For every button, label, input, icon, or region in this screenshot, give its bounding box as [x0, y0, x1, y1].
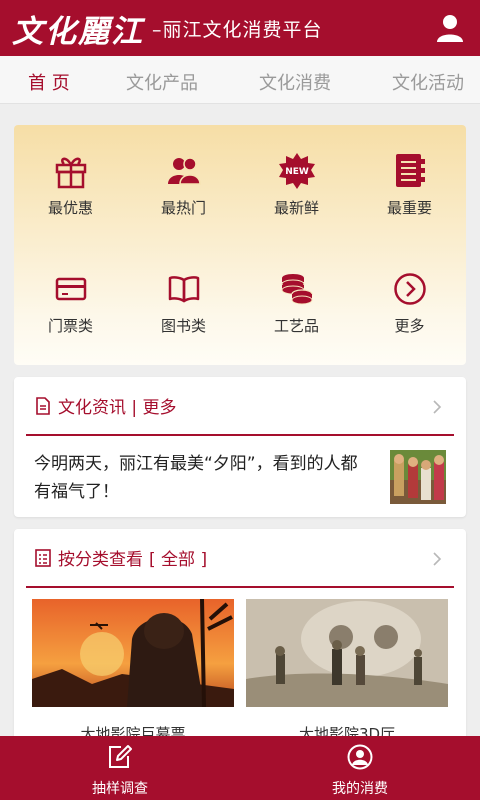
ticket-card-icon — [55, 277, 86, 301]
coins-icon — [281, 274, 313, 305]
news-section-title: 文化资讯 | 更多 — [58, 398, 177, 418]
browse-header[interactable]: 按分类查看 [ 全部 ] — [14, 529, 466, 586]
category-label: 最重要 — [386, 199, 432, 217]
arrow-circle-icon — [393, 273, 426, 305]
category-popular[interactable]: 最热门 — [127, 151, 240, 218]
category-newest[interactable]: NEW 最新鲜 — [240, 151, 353, 218]
gift-icon — [55, 157, 86, 189]
news-thumbnail — [390, 450, 446, 504]
nav-survey[interactable]: 抽样调查 — [60, 744, 180, 798]
product-item[interactable]: 大地影院巨幕票 — [32, 599, 234, 744]
divider — [26, 586, 454, 588]
nav-label: 我的消费 — [332, 781, 388, 797]
product-image — [246, 599, 448, 707]
tab-culture-consumption[interactable]: 文化消费 — [259, 69, 331, 95]
category-more[interactable]: 更多 — [353, 269, 466, 336]
chevron-right-icon[interactable] — [432, 551, 442, 567]
category-label: 工艺品 — [273, 317, 319, 335]
tab-culture-activities[interactable]: 文化活动 — [392, 69, 464, 95]
people-icon — [167, 157, 201, 185]
edit-icon — [109, 745, 132, 768]
category-crafts[interactable]: 工艺品 — [240, 269, 353, 336]
document-icon — [36, 396, 50, 415]
book-icon — [168, 276, 199, 303]
news-header[interactable]: 文化资讯 | 更多 — [14, 377, 466, 434]
tab-bar: 首 页 文化产品 文化消费 文化活动 — [0, 56, 480, 104]
user-icon[interactable] — [434, 12, 466, 44]
news-item[interactable]: 今明两天，丽江有最美“夕阳”，看到的人都有福气了！ — [14, 436, 466, 518]
category-important[interactable]: 最重要 — [353, 151, 466, 218]
bottom-nav: 抽样调查 我的消费 — [0, 736, 480, 800]
nav-label: 抽样调查 — [92, 781, 148, 797]
tab-culture-products[interactable]: 文化产品 — [126, 69, 198, 95]
category-label: 图书类 — [160, 317, 206, 335]
category-label: 更多 — [394, 317, 425, 335]
app-header: 文化麗江 –丽江文化消费平台 — [0, 0, 480, 56]
list-document-icon — [35, 548, 51, 567]
app-subtitle: –丽江文化消费平台 — [152, 18, 323, 41]
new-badge-text: NEW — [285, 167, 309, 177]
tab-home[interactable]: 首 页 — [28, 69, 70, 95]
product-item[interactable]: 大地影院3D厅 — [246, 599, 448, 744]
news-headline: 今明两天，丽江有最美“夕阳”，看到的人都有福气了！ — [34, 454, 358, 502]
browse-card: 按分类查看 [ 全部 ] 大地影院巨幕票 大地影院3D厅 — [14, 529, 466, 759]
app-logo: 文化麗江 — [12, 13, 144, 50]
category-books[interactable]: 图书类 — [127, 269, 240, 336]
news-card: 文化资讯 | 更多 今明两天，丽江有最美“夕阳”，看到的人都有福气了！ — [14, 377, 466, 517]
product-image — [32, 599, 234, 707]
category-label: 门票类 — [47, 317, 93, 335]
new-badge-icon: NEW — [278, 153, 315, 189]
chevron-right-icon[interactable] — [432, 399, 442, 415]
category-discount[interactable]: 最优惠 — [14, 151, 127, 218]
category-label: 最热门 — [160, 199, 206, 217]
category-label: 最新鲜 — [273, 199, 319, 217]
nav-my-consumption[interactable]: 我的消费 — [300, 744, 420, 798]
browse-filter[interactable]: [ 全部 ] — [149, 545, 207, 570]
user-circle-icon — [347, 744, 373, 770]
browse-section-title: 按分类查看 — [58, 550, 143, 570]
category-tickets[interactable]: 门票类 — [14, 269, 127, 336]
category-label: 最优惠 — [47, 199, 93, 217]
category-panel: 最优惠 最热门 NEW 最新鲜 最重要 门票类 图书类 工艺品 更多 — [14, 125, 466, 365]
notebook-icon — [395, 154, 425, 187]
